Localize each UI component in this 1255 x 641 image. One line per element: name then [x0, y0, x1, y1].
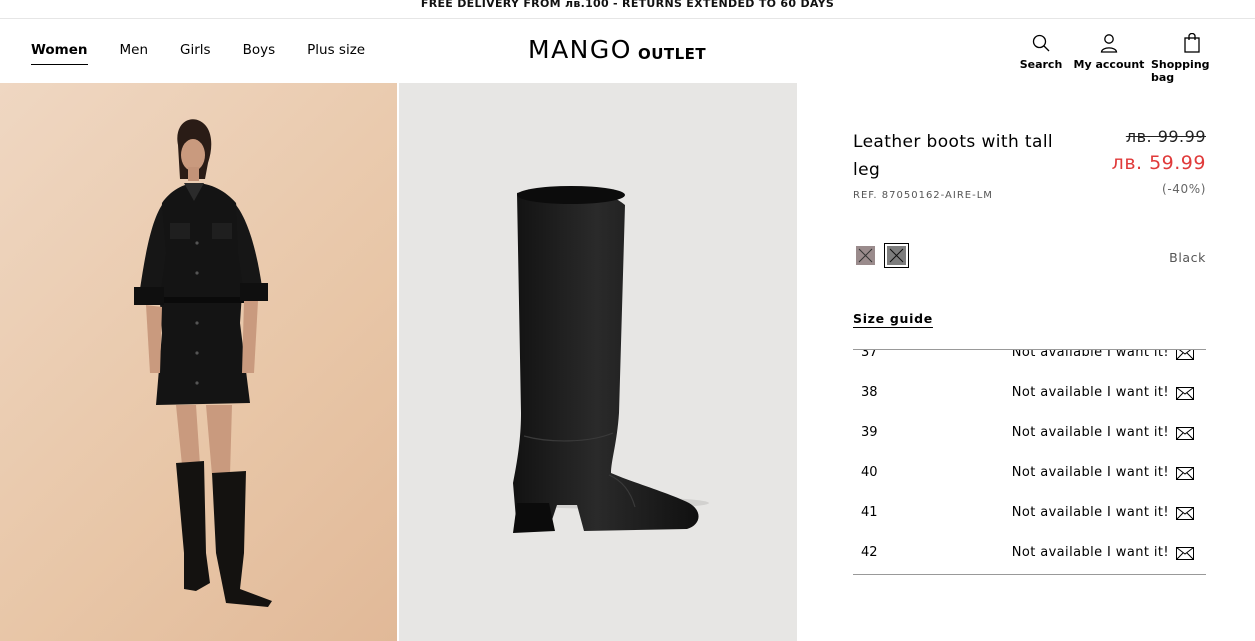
size-number: 38: [861, 385, 878, 400]
original-price: лв. 99.99: [1125, 127, 1206, 146]
size-row-40[interactable]: 40 Not available I want it!: [853, 453, 1206, 493]
nav-plus-size[interactable]: Plus size: [307, 42, 365, 65]
nav-boys[interactable]: Boys: [243, 42, 276, 65]
logo[interactable]: MANGO OUTLET: [528, 35, 707, 64]
unavailable-cross-icon: [889, 248, 904, 263]
user-icon: [1100, 34, 1118, 53]
boot-illustration: [513, 186, 709, 533]
mail-icon: [1176, 387, 1194, 400]
size-row-39[interactable]: 39 Not available I want it!: [853, 413, 1206, 453]
size-row-37[interactable]: 37 Not available I want it!: [853, 349, 1206, 373]
size-number: 40: [861, 465, 878, 480]
discount-badge: (-40%): [1162, 182, 1206, 196]
size-number: 41: [861, 505, 878, 520]
sale-price: лв. 59.99: [1111, 152, 1206, 174]
shopping-bag-button[interactable]: Shopping bag: [1151, 33, 1233, 84]
account-button[interactable]: My account: [1073, 33, 1145, 84]
logo-brand: MANGO: [528, 35, 632, 64]
header: Women Men Girls Boys Plus size MANGO OUT…: [0, 19, 1255, 84]
size-list[interactable]: 37 Not available I want it! 38 Not avail…: [853, 349, 1206, 575]
model-photo[interactable]: [0, 83, 397, 641]
mail-icon: [1176, 507, 1194, 520]
mail-icon: [1176, 467, 1194, 480]
logo-outlet: OUTLET: [637, 45, 707, 63]
header-icons: Search My account Shopping bag: [1009, 33, 1233, 84]
search-button[interactable]: Search: [1015, 33, 1067, 84]
main-nav: Women Men Girls Boys Plus size: [31, 42, 397, 65]
size-status: Not available I want it!: [1011, 545, 1169, 560]
product-title: Leather boots with tall leg: [853, 132, 1054, 180]
search-label: Search: [1019, 58, 1063, 71]
size-row-42[interactable]: 42 Not available I want it!: [853, 533, 1206, 573]
product-reference: REF. 87050162-AIRE-LM: [853, 190, 993, 201]
size-guide-link[interactable]: Size guide: [853, 311, 933, 326]
size-row-38[interactable]: 38 Not available I want it!: [853, 373, 1206, 413]
nav-women[interactable]: Women: [31, 42, 88, 65]
size-row-41[interactable]: 41 Not available I want it!: [853, 493, 1206, 533]
size-number: 39: [861, 425, 878, 440]
unavailable-cross-icon: [858, 248, 873, 263]
size-status: Not available I want it!: [1011, 385, 1169, 400]
size-number: 37: [861, 349, 878, 360]
nav-girls[interactable]: Girls: [180, 42, 211, 65]
color-swatch-black[interactable]: [884, 243, 909, 268]
selected-color-name: Black: [1169, 250, 1206, 265]
shopping-bag-label: Shopping bag: [1151, 58, 1210, 84]
mail-icon: [1176, 427, 1194, 440]
nav-men[interactable]: Men: [120, 42, 149, 65]
account-label: My account: [1073, 58, 1145, 71]
size-number: 42: [861, 545, 878, 560]
mail-icon: [1176, 350, 1194, 360]
mail-icon: [1176, 547, 1194, 560]
size-status: Not available I want it!: [1011, 425, 1169, 440]
size-status: Not available I want it!: [1011, 465, 1169, 480]
shopping-bag-icon: [1184, 33, 1200, 53]
size-status: Not available I want it!: [1011, 505, 1169, 520]
boot-photo[interactable]: [399, 83, 797, 641]
search-icon: [1032, 34, 1050, 52]
size-status: Not available I want it!: [1011, 349, 1169, 360]
model-illustration: [134, 119, 272, 607]
color-swatch-1[interactable]: [856, 246, 875, 265]
promo-banner: FREE DELIVERY FROM лв.100 - RETURNS EXTE…: [0, 0, 1255, 19]
